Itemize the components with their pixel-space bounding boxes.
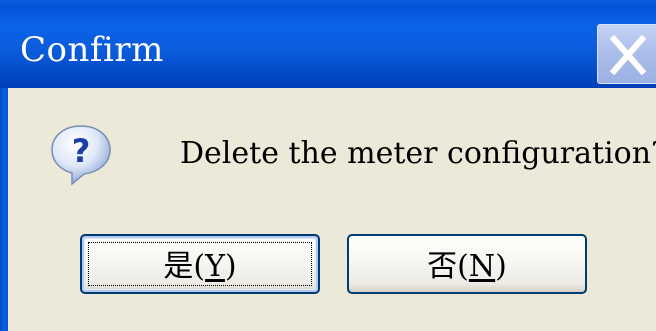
window-title: Confirm (20, 30, 164, 70)
close-icon (610, 35, 646, 75)
no-button[interactable]: 否(N) (347, 234, 587, 294)
no-button-label: 否(N) (427, 249, 507, 284)
yes-button-label: 是(Y) (163, 249, 237, 284)
question-icon: ? (51, 125, 111, 186)
svg-text:?: ? (72, 132, 91, 170)
dialog-message: Delete the meter configuration? (180, 136, 656, 171)
yes-button[interactable]: 是(Y) (80, 234, 320, 294)
title-bar[interactable]: Confirm (0, 0, 656, 88)
window-frame-left (0, 88, 8, 331)
confirm-dialog: Confirm ? Delete the meter configuration… (0, 0, 656, 331)
close-button[interactable] (597, 24, 656, 84)
